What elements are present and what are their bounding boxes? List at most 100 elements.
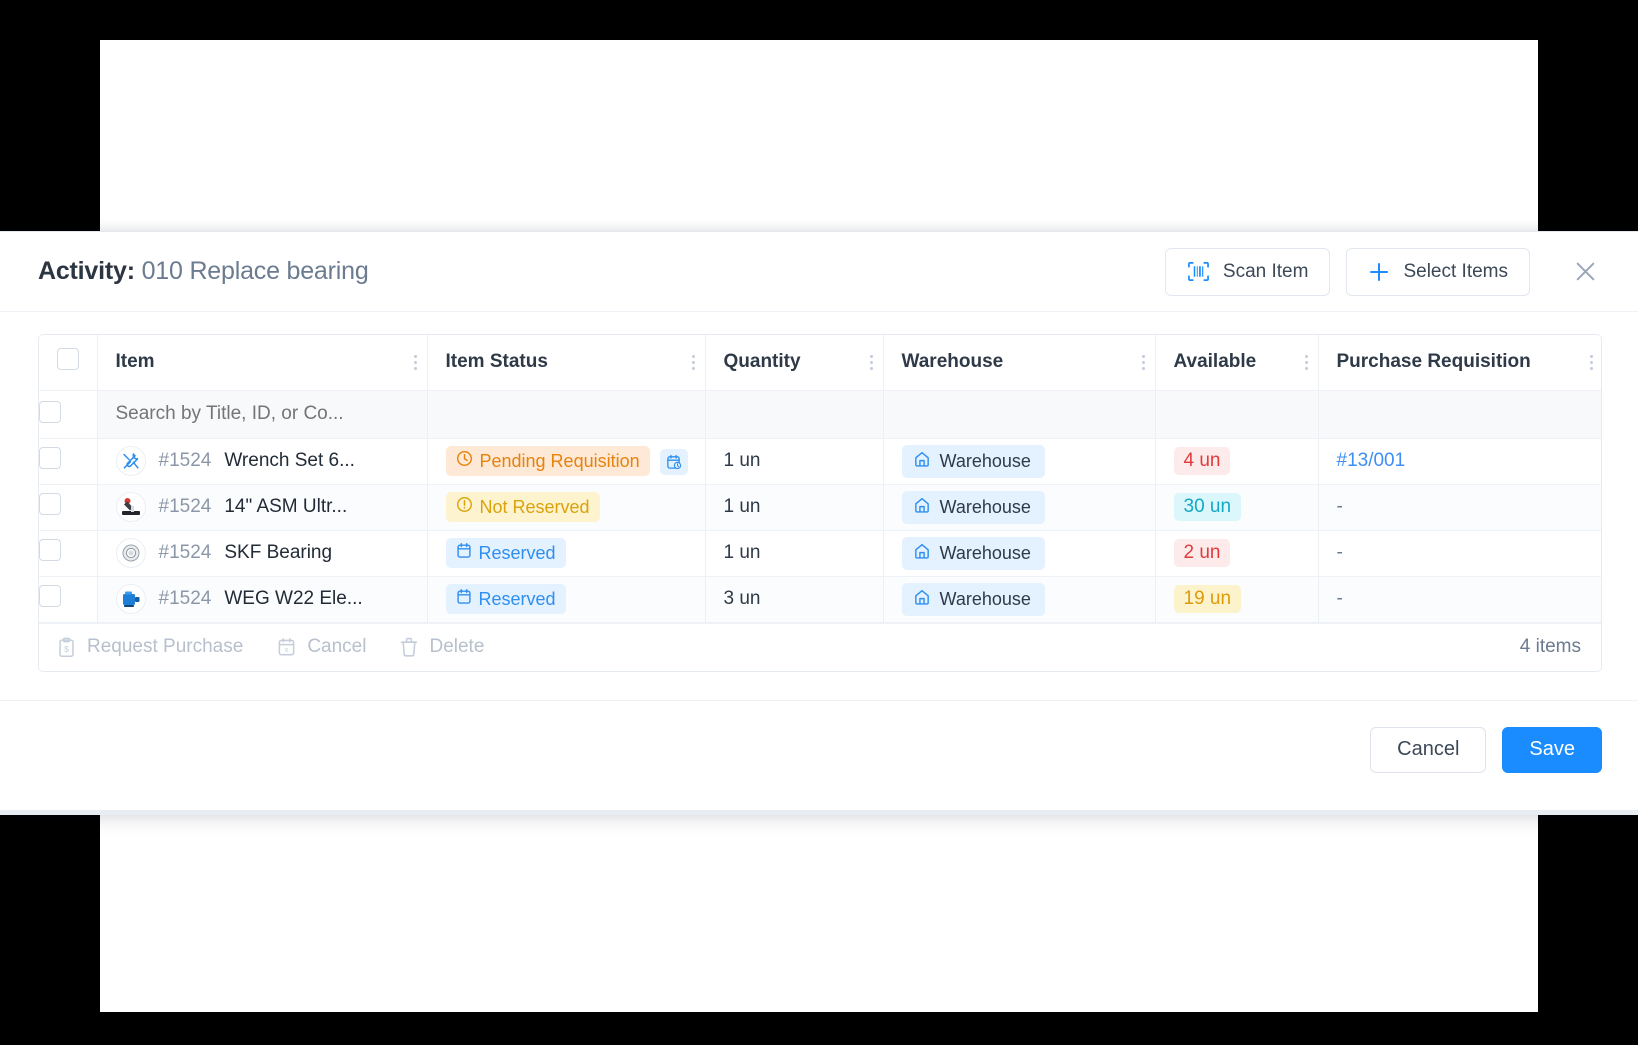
row-checkbox-cell [39, 484, 98, 531]
row-checkbox[interactable] [39, 585, 61, 607]
clamp-icon [115, 492, 146, 522]
barcode-scan-icon [1187, 261, 1210, 282]
search-row-checkbox[interactable] [39, 400, 61, 423]
column-header-available[interactable]: Available [1155, 335, 1319, 391]
cell-quantity[interactable]: 1 un [705, 438, 884, 485]
column-header-available-label: Available [1173, 351, 1257, 373]
row-checkbox[interactable] [39, 539, 61, 561]
select-items-button[interactable]: Select Items [1346, 247, 1530, 296]
home-icon [913, 588, 931, 611]
table-row[interactable]: #1524 SKF Bearing Reserved 1 un Warehouse 2 u… [39, 530, 1601, 577]
clock-icon [456, 450, 473, 472]
column-menu-icon[interactable] [1141, 354, 1145, 370]
items-table: Item Item Status Quantity Warehouse Avai… [38, 334, 1602, 672]
table-row[interactable]: #1524 14" ASM Ultr... Not Reserved 1 un Ware… [39, 484, 1601, 531]
modal-title-prefix: Activity: [38, 257, 135, 285]
delete-label: Delete [429, 636, 485, 657]
item-name: SKF Bearing [224, 542, 333, 563]
activity-items-modal: Activity: 010 Replace bearing Scan Item … [0, 231, 1638, 815]
cell-quantity[interactable]: 1 un [705, 530, 884, 577]
calendar-icon [456, 542, 472, 564]
item-id: #1524 [158, 542, 212, 563]
search-input[interactable] [115, 403, 427, 425]
cancel-button[interactable]: Cancel [1370, 726, 1487, 773]
warehouse-badge: Warehouse [901, 444, 1045, 478]
scan-item-button[interactable]: Scan Item [1164, 247, 1331, 296]
cell-item: #1524 WEG W22 Ele... [97, 576, 428, 623]
cell-warehouse[interactable]: Warehouse [883, 530, 1156, 577]
cell-quantity[interactable]: 1 un [705, 484, 884, 531]
column-header-warehouse[interactable]: Warehouse [883, 335, 1156, 391]
select-all-checkbox[interactable] [56, 348, 79, 371]
cell-available: 30 un [1155, 484, 1319, 531]
column-header-item[interactable]: Item [97, 335, 428, 391]
items-count: 4 items [1519, 636, 1581, 657]
quantity-value: 3 un [723, 588, 761, 609]
column-menu-icon[interactable] [691, 354, 695, 370]
delete-action[interactable]: Delete [400, 636, 484, 658]
warehouse-badge: Warehouse [901, 536, 1045, 570]
cell-available: 4 un [1155, 438, 1319, 485]
available-value: 19 un [1173, 585, 1242, 613]
cell-item-status: Pending Requisition [427, 438, 706, 485]
item-name: WEG W22 Ele... [224, 588, 363, 609]
column-menu-icon[interactable] [869, 354, 873, 370]
save-button[interactable]: Save [1502, 726, 1602, 773]
status-badge-label: Reserved [478, 542, 556, 563]
cell-item: #1524 14" ASM Ultr... [97, 484, 428, 531]
column-menu-icon[interactable] [413, 354, 417, 370]
column-menu-icon[interactable] [1590, 354, 1593, 370]
column-header-purchase-requisition-label: Purchase Requisition [1336, 351, 1531, 373]
clipboard-dollar-icon: $ [57, 637, 76, 658]
schedule-requisition-button[interactable] [659, 448, 688, 475]
cell-item: #1524 Wrench Set 6... [97, 438, 428, 485]
available-value: 30 un [1173, 493, 1242, 521]
row-checkbox[interactable] [39, 493, 61, 515]
close-icon[interactable] [1568, 255, 1602, 289]
svg-text:x: x [285, 646, 289, 654]
home-icon [913, 542, 931, 565]
warehouse-badge: Warehouse [901, 582, 1045, 616]
cell-purchase-requisition: - [1318, 530, 1601, 577]
column-header-quantity-label: Quantity [723, 351, 801, 373]
cell-quantity[interactable]: 3 un [705, 576, 884, 623]
search-cell-purchase-requisition [1318, 390, 1601, 439]
calendar-x-icon: x [277, 637, 296, 657]
cell-available: 19 un [1155, 576, 1319, 623]
column-header-purchase-requisition[interactable]: Purchase Requisition [1318, 335, 1601, 391]
cell-warehouse[interactable]: Warehouse [883, 576, 1156, 623]
alert-circle-icon [456, 496, 473, 518]
search-cell-quantity [705, 390, 884, 439]
cell-warehouse[interactable]: Warehouse [883, 438, 1156, 485]
search-cell-status [427, 390, 706, 439]
table-body [39, 390, 1601, 439]
motor-icon [115, 584, 146, 614]
modal-header: Activity: 010 Replace bearing Scan Item … [0, 232, 1638, 312]
purchase-requisition-value: - [1336, 588, 1343, 609]
calendar-icon [456, 588, 472, 610]
select-items-label: Select Items [1403, 260, 1508, 282]
search-row-checkbox-cell [39, 390, 98, 439]
search-cell[interactable] [97, 390, 428, 439]
modal-title-value: 010 Replace bearing [141, 257, 369, 285]
request-purchase-label: Request Purchase [87, 636, 244, 657]
table-row[interactable]: #1524 WEG W22 Ele... Reserved 3 un Warehouse… [39, 576, 1601, 623]
row-checkbox[interactable] [39, 447, 61, 469]
column-menu-icon[interactable] [1304, 354, 1308, 370]
table-row[interactable]: #1524 Wrench Set 6... Pending Requisition 1… [39, 438, 1601, 485]
cell-warehouse[interactable]: Warehouse [883, 484, 1156, 531]
status-badge: Not Reserved [445, 492, 600, 522]
column-header-quantity[interactable]: Quantity [705, 335, 884, 391]
plus-icon [1368, 261, 1390, 283]
item-name: Wrench Set 6... [224, 450, 355, 471]
cancel-reservation-action[interactable]: x Cancel [277, 636, 366, 658]
cell-item: #1524 SKF Bearing [97, 530, 428, 577]
status-badge: Reserved [445, 584, 566, 614]
quantity-value: 1 un [723, 542, 761, 563]
item-id: #1524 [158, 450, 212, 471]
tools-icon [115, 446, 146, 476]
item-name: 14" ASM Ultr... [224, 496, 348, 517]
purchase-requisition-link[interactable]: #13/001 [1337, 450, 1406, 471]
request-purchase-action[interactable]: $ Request Purchase [57, 636, 243, 658]
column-header-item-status[interactable]: Item Status [427, 335, 706, 391]
